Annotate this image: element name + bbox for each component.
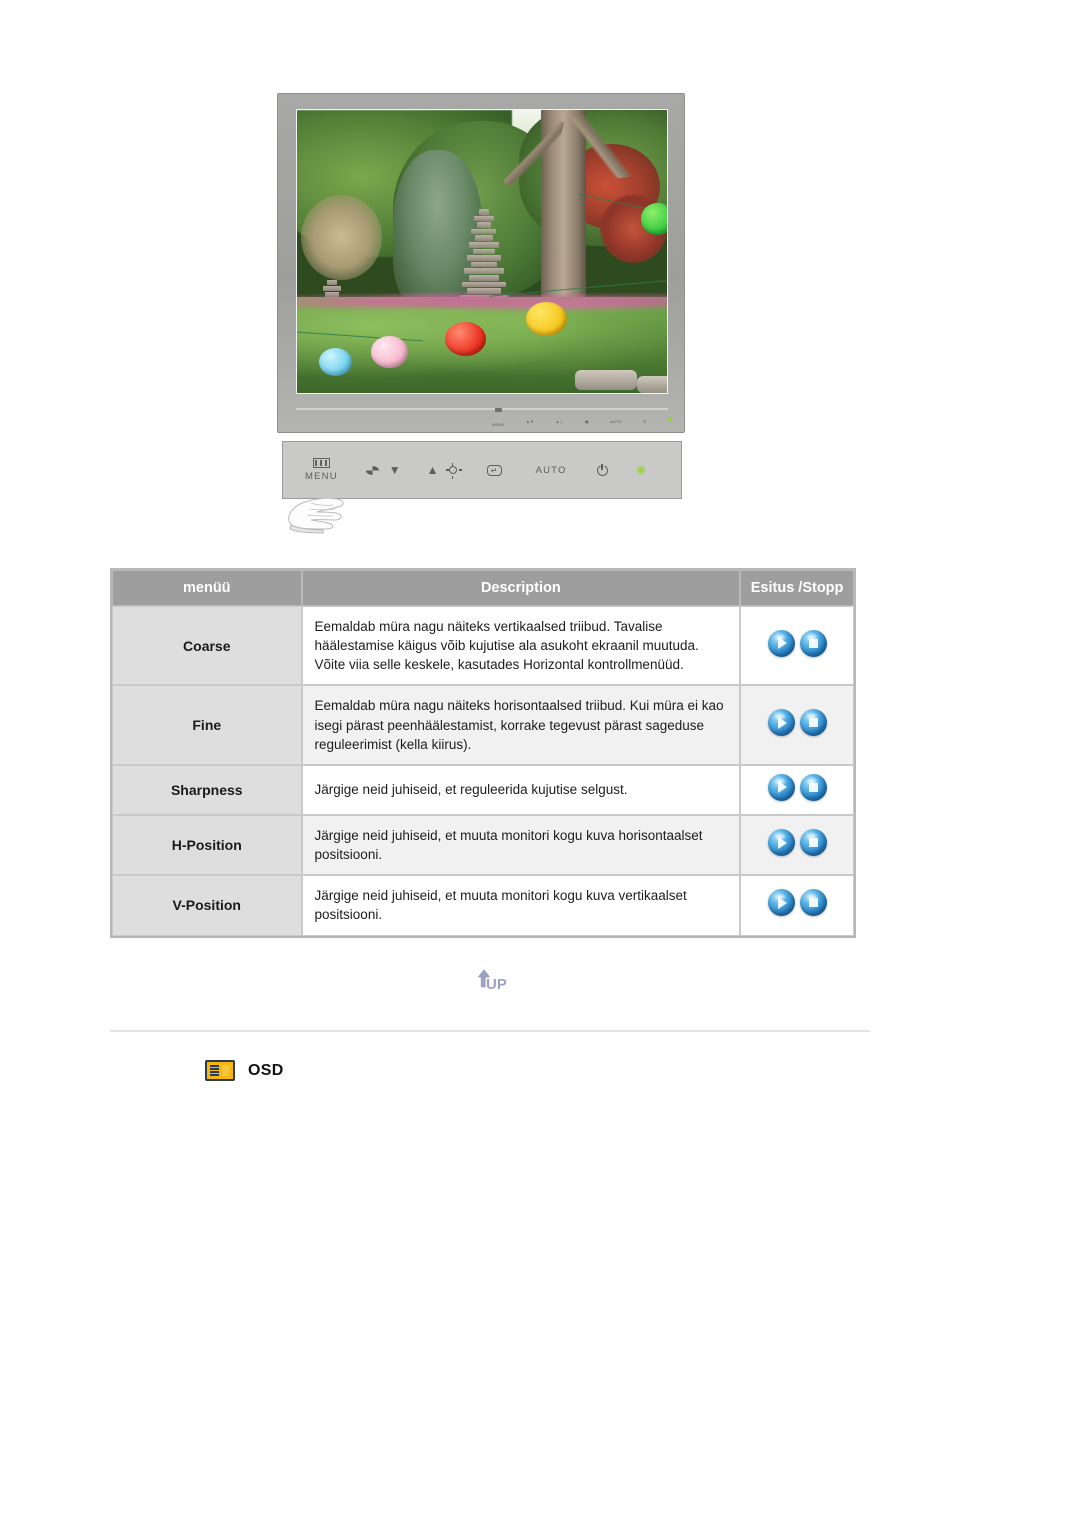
osd-function-table: menüü Description Esitus /Stopp Coarse E… [110, 568, 856, 938]
bezel-power-led-icon [667, 417, 672, 421]
table-row: Sharpness Järgige neid juhiseid, et regu… [112, 764, 854, 815]
play-button[interactable] [767, 773, 795, 801]
play-button[interactable] [767, 629, 795, 657]
stop-button[interactable] [799, 629, 827, 657]
up-arrow-button[interactable]: ▲ [427, 464, 439, 476]
osd-icon [205, 1060, 235, 1081]
row-play-stop-cell [740, 875, 854, 936]
row-menu-label: Sharpness [112, 764, 302, 815]
photo-branch-right [558, 110, 635, 186]
bezel-auto-button[interactable]: AUTO [610, 410, 622, 428]
table-row: Fine Eemaldab müra nagu näiteks horisont… [112, 685, 854, 765]
scroll-to-top-button[interactable]: UP [462, 962, 518, 996]
column-header-play-stop: Esitus /Stopp [740, 570, 854, 606]
source-button[interactable] [365, 465, 379, 475]
bezel-up-brightness-button[interactable]: ▲☼ [556, 410, 564, 428]
section-divider [110, 1030, 870, 1032]
page-root: MENU ▲▼ ▲☼ ▣ AUTO ⏻ MENU ▼ ▲ ↵ AUTO menü… [0, 0, 1080, 1528]
monitor-screen [296, 109, 668, 394]
osd-section-label: OSD [248, 1061, 284, 1079]
row-description: Järgige neid juhiseid, et muuta monitori… [301, 814, 741, 876]
up-button-label: UP [486, 976, 507, 993]
column-header-description: Description [301, 570, 741, 606]
photo-lantern-green [641, 203, 667, 235]
menu-button-label: MENU [305, 471, 338, 482]
bezel-menu-button[interactable]: MENU [492, 407, 505, 431]
source-icon [365, 465, 379, 475]
play-button[interactable] [767, 889, 795, 917]
row-description: Järgige neid juhiseid, et reguleerida ku… [301, 764, 741, 815]
stop-button[interactable] [799, 709, 827, 737]
photo-rock-far-right [637, 376, 667, 393]
play-button[interactable] [767, 829, 795, 857]
table-header-row: menüü Description Esitus /Stopp [112, 570, 854, 606]
monitor-bezel-button-row: MENU ▲▼ ▲☼ ▣ AUTO ⏻ [492, 407, 672, 431]
power-led-icon [637, 467, 644, 473]
photo-lantern-pink [371, 336, 408, 368]
row-description: Eemaldab müra nagu näiteks horisontaalse… [301, 685, 741, 765]
stop-button[interactable] [799, 829, 827, 857]
power-icon [596, 462, 608, 476]
photo-tan-shrub [300, 194, 383, 280]
row-description: Eemaldab müra nagu näiteks vertikaalsed … [301, 606, 741, 686]
row-play-stop-cell [740, 606, 854, 686]
row-menu-label: Coarse [112, 606, 302, 686]
bezel-enter-button[interactable]: ▣ [585, 410, 589, 428]
row-play-stop-cell [740, 814, 854, 876]
photo-rock-right [574, 370, 638, 391]
osd-section-heading: OSD [205, 1060, 284, 1081]
bezel-source-down-button[interactable]: ▲▼ [526, 410, 534, 428]
enter-button[interactable]: ↵ [486, 464, 502, 476]
screen-photo [297, 110, 667, 393]
down-button[interactable]: ▼ [389, 464, 401, 476]
brightness-icon [445, 463, 457, 474]
brightness-button[interactable] [445, 463, 457, 474]
auto-button-label: AUTO [535, 464, 567, 476]
hand-pointer-graphic [281, 491, 353, 535]
table-row: V-Position Järgige neid juhiseid, et muu… [112, 875, 854, 936]
down-arrow-icon: ▼ [388, 463, 401, 477]
column-header-menu: menüü [112, 570, 302, 606]
photo-azalea-flowers [297, 285, 667, 320]
table-row: Coarse Eemaldab müra nagu näiteks vertik… [112, 606, 854, 686]
bezel-power-button[interactable]: ⏻ [643, 410, 646, 428]
photo-lantern-red [445, 322, 486, 357]
enter-icon: ↵ [486, 464, 502, 476]
power-led [637, 467, 644, 473]
row-menu-label: H-Position [112, 814, 302, 876]
power-button[interactable] [596, 462, 608, 476]
table-row: H-Position Järgige neid juhiseid, et muu… [112, 814, 854, 876]
row-menu-label: V-Position [112, 875, 302, 936]
menu-icon [312, 458, 330, 468]
up-arrow-icon: ▲ [426, 463, 439, 477]
menu-button[interactable]: MENU [305, 458, 338, 482]
play-button[interactable] [767, 709, 795, 737]
row-description: Järgige neid juhiseid, et muuta monitori… [301, 875, 741, 936]
monitor-illustration: MENU ▲▼ ▲☼ ▣ AUTO ⏻ MENU ▼ ▲ ↵ AUTO [277, 93, 685, 535]
auto-button[interactable]: AUTO [536, 465, 567, 476]
row-play-stop-cell [740, 764, 854, 815]
row-menu-label: Fine [112, 685, 302, 765]
row-play-stop-cell [740, 685, 854, 765]
stop-button[interactable] [799, 889, 827, 917]
stop-button[interactable] [799, 773, 827, 801]
monitor-body: MENU ▲▼ ▲☼ ▣ AUTO ⏻ [277, 93, 685, 433]
